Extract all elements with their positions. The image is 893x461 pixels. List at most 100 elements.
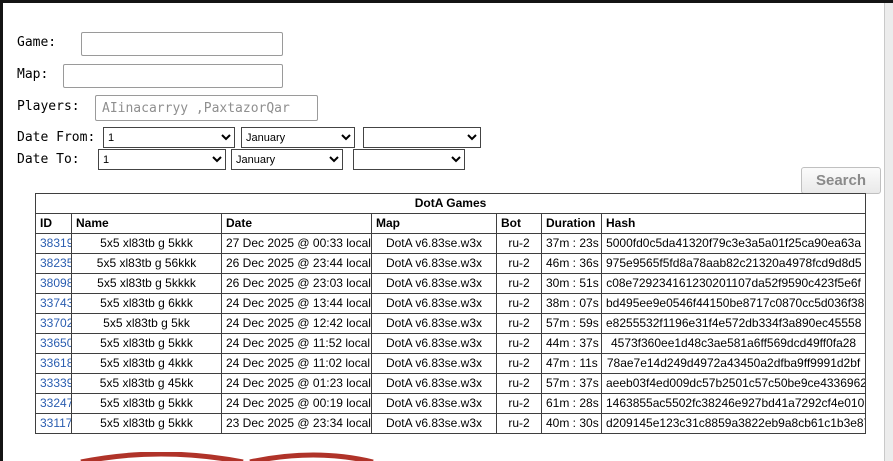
cell-id: 333397 [35,373,72,394]
cell-date: 26 Dec 2025 @ 23:03 local [221,273,372,294]
cell-hash: bd495ee9e0546f44150be8717c0870cc5d036f38 [600,293,867,314]
players-label: Players: [17,99,80,114]
date-to-year-select[interactable] [353,149,465,170]
cell-name: 5x5 xl83tb g 4kkk [71,353,222,374]
table-row: 3823515x5 xl83tb g 56kkk26 Dec 2025 @ 23… [35,253,867,274]
column-header-row: ID Name Date Map Bot Duration Hash [35,213,867,234]
table-row: 3831995x5 xl83tb g 5kkk27 Dec 2025 @ 00:… [35,233,867,254]
game-id-link[interactable]: 337027 [40,316,71,330]
game-input[interactable] [81,32,283,56]
cell-bot: ru-2 [496,353,542,374]
cell-date: 24 Dec 2025 @ 13:44 local [221,293,372,314]
date-from-day-select[interactable]: 1 [103,127,235,148]
cell-map: DotA v6.83se.w3x [371,413,497,434]
cell-name: 5x5 xl83tb g 45kk [71,373,222,394]
cell-hash: 975e9565f5fd8a78aab82c21320a4978fcd9d8d5 [600,253,867,274]
cell-hash: d209145e123c31c8859a3822eb9a8cb61c1b3e87 [600,413,867,434]
cell-duration: 37m : 23s [541,233,602,254]
map-label: Map: [17,67,49,82]
column-header-map: Map [371,213,497,234]
date-to-label: Date To: [17,152,80,167]
cell-name: 5x5 xl83tb g 5kkk [71,233,222,254]
cell-name: 5x5 xl83tb g 6kkk [71,293,222,314]
game-id-link[interactable]: 380983 [40,276,71,290]
cell-id: 336504 [35,333,72,354]
game-id-link[interactable]: 336504 [40,336,71,350]
cell-date: 24 Dec 2025 @ 12:42 local [221,313,372,334]
table-row: 3333975x5 xl83tb g 45kk24 Dec 2025 @ 01:… [35,373,867,394]
cell-id: 383199 [35,233,72,254]
cell-duration: 44m : 37s [541,333,602,354]
cell-map: DotA v6.83se.w3x [371,293,497,314]
cell-date: 24 Dec 2025 @ 01:23 local [221,373,372,394]
cell-bot: ru-2 [496,413,542,434]
cell-date: 24 Dec 2025 @ 11:52 local [221,333,372,354]
date-from-year-select[interactable] [363,127,481,148]
column-header-id: ID [35,213,72,234]
date-from-month-select[interactable]: January [241,127,355,148]
cell-duration: 61m : 28s [541,393,602,414]
game-id-link[interactable]: 332471 [40,396,71,410]
cell-date: 23 Dec 2025 @ 23:34 local [221,413,372,434]
date-from-label: Date From: [17,130,96,145]
cell-date: 26 Dec 2025 @ 23:44 local [221,253,372,274]
games-table: DotA Games ID Name Date Map Bot Duration Hash … [34,193,867,434]
cell-duration: 57m : 59s [541,313,602,334]
cell-id: 331176 [35,413,72,434]
table-row: 3370275x5 xl83tb g 5kk24 Dec 2025 @ 12:4… [35,313,867,334]
games-table-body: 3831995x5 xl83tb g 5kkk27 Dec 2025 @ 00:… [35,233,867,434]
cell-duration: 40m : 30s [541,413,602,434]
cell-date: 24 Dec 2025 @ 11:02 local [221,353,372,374]
cell-name: 5x5 xl83tb g 5kk [71,313,222,334]
table-row: 3324715x5 xl83tb g 5kkk24 Dec 2025 @ 00:… [35,393,867,414]
cell-map: DotA v6.83se.w3x [371,313,497,334]
cell-bot: ru-2 [496,313,542,334]
game-id-link[interactable]: 337434 [40,296,71,310]
cell-hash: 78ae7e14d249d4972a43450a2dfba9ff9991d2bf [600,353,867,374]
table-title-row: DotA Games [34,193,867,214]
scrollbar[interactable] [884,3,893,461]
game-id-link[interactable]: 383199 [40,236,71,250]
cell-map: DotA v6.83se.w3x [371,273,497,294]
cell-bot: ru-2 [496,253,542,274]
column-header-bot: Bot [496,213,542,234]
cell-name: 5x5 xl83tb g 56kkk [71,253,222,274]
date-to-month-select[interactable]: January [231,149,343,170]
game-id-link[interactable]: 336186 [40,356,71,370]
cell-duration: 30m : 51s [541,273,602,294]
players-input[interactable] [95,95,318,121]
cell-bot: ru-2 [496,233,542,254]
search-button[interactable]: Search [801,167,881,194]
game-id-link[interactable]: 382351 [40,256,71,270]
cell-name: 5x5 xl83tb g 5kkk [71,393,222,414]
cell-hash: 4573f360ee1d48c3ae581a6ff569dcd49ff0fa28 [600,333,867,354]
cell-map: DotA v6.83se.w3x [371,253,497,274]
column-header-hash: Hash [600,213,867,234]
column-header-duration: Duration [541,213,602,234]
table-title: DotA Games [34,193,867,214]
table-row: 3311765x5 xl83tb g 5kkk23 Dec 2025 @ 23:… [35,413,867,434]
table-row: 3361865x5 xl83tb g 4kkk24 Dec 2025 @ 11:… [35,353,867,374]
date-to-day-select[interactable]: 1 [98,149,226,170]
cell-hash: 5000fd0c5da41320f79c3e3a5a01f25ca90ea63a [600,233,867,254]
cell-bot: ru-2 [496,393,542,414]
table-row: 3374345x5 xl83tb g 6kkk24 Dec 2025 @ 13:… [35,293,867,314]
cell-name: 5x5 xl83tb g 5kkk [71,413,222,434]
cell-bot: ru-2 [496,333,542,354]
cell-id: 380983 [35,273,72,294]
cell-date: 27 Dec 2025 @ 00:33 local [221,233,372,254]
cell-duration: 47m : 11s [541,353,602,374]
cell-hash: c08e729234161230201107da52f9590c423f5e6f [600,273,867,294]
table-row: 3809835x5 xl83tb g 5kkkk26 Dec 2025 @ 23… [35,273,867,294]
cell-id: 337434 [35,293,72,314]
cell-name: 5x5 xl83tb g 5kkk [71,333,222,354]
cell-id: 332471 [35,393,72,414]
game-id-link[interactable]: 331176 [40,416,71,430]
map-input[interactable] [63,64,283,88]
column-header-date: Date [221,213,372,234]
column-header-name: Name [71,213,222,234]
cell-name: 5x5 xl83tb g 5kkkk [71,273,222,294]
cell-map: DotA v6.83se.w3x [371,373,497,394]
game-id-link[interactable]: 333397 [40,376,71,390]
cell-bot: ru-2 [496,293,542,314]
